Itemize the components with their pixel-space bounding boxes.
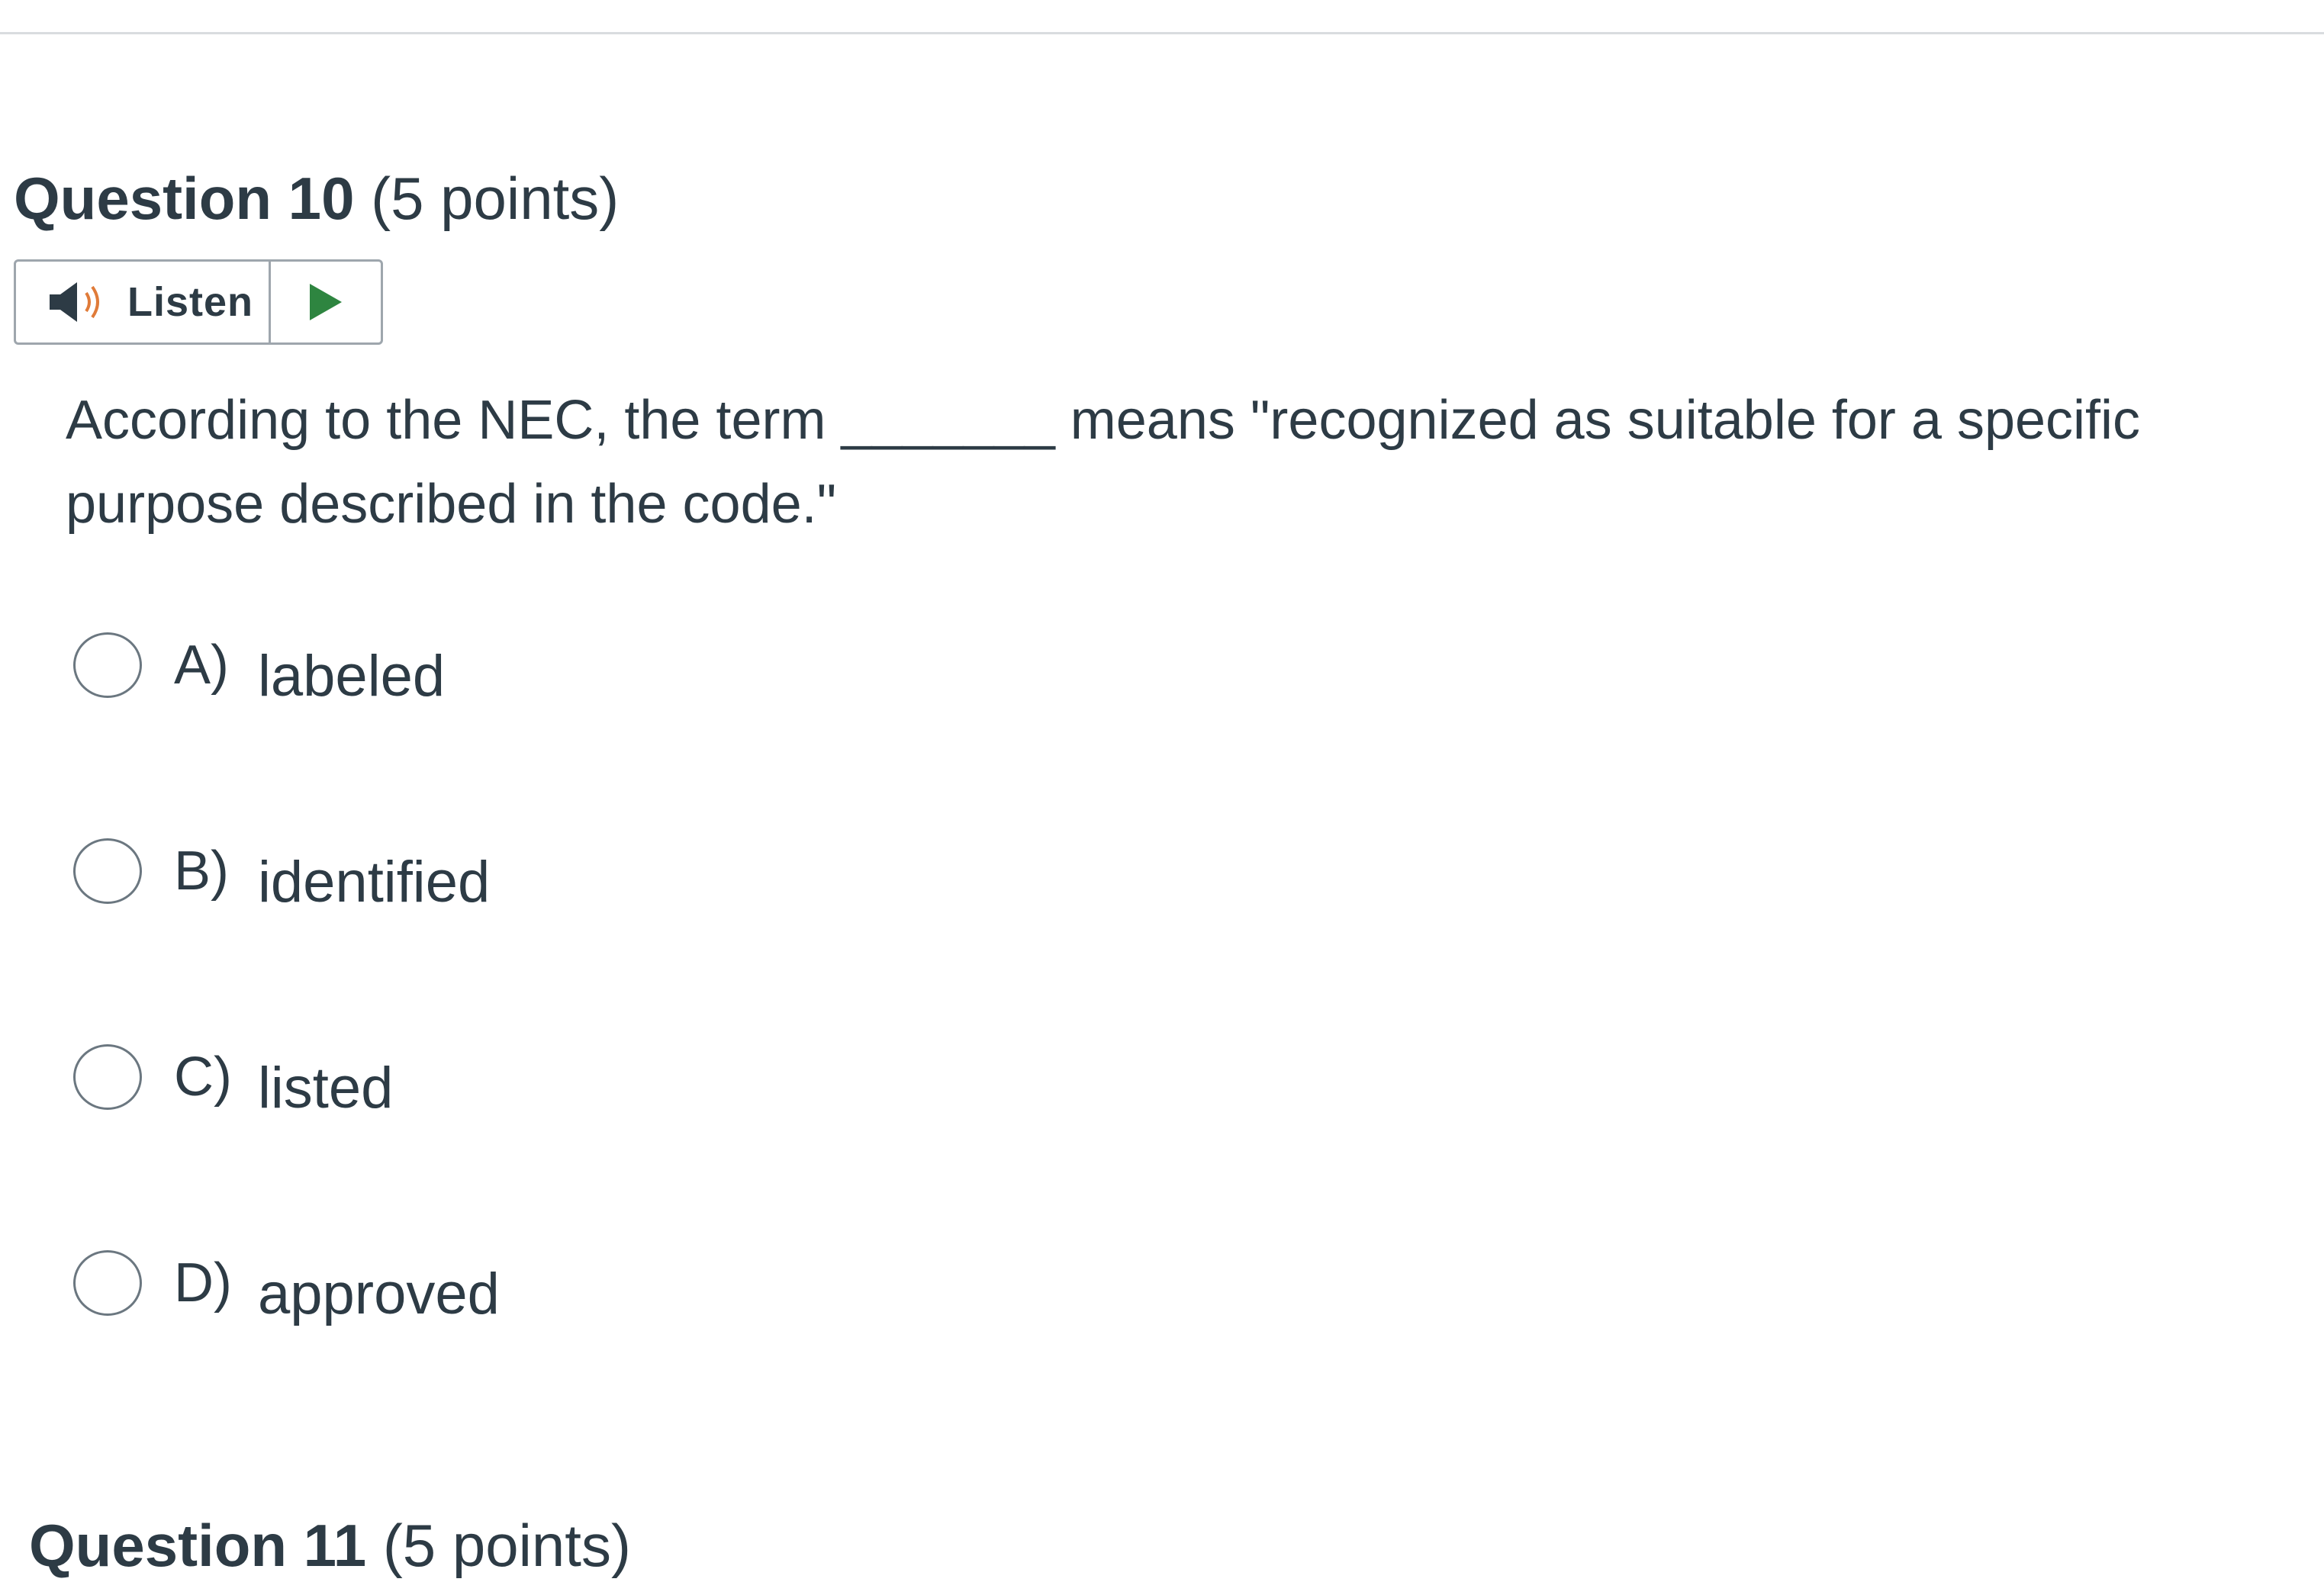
answer-text-d: approved bbox=[258, 1261, 500, 1326]
prompt-text-before-blank: According to the NEC, the term bbox=[66, 390, 842, 451]
answer-text-b: identified bbox=[258, 849, 491, 915]
listen-widget: Listen bbox=[14, 259, 383, 345]
listen-label: Listen bbox=[127, 279, 254, 325]
next-question-title: Question 11 bbox=[29, 1512, 367, 1579]
speaker-icon bbox=[50, 282, 99, 322]
question-title: Question 10 bbox=[14, 165, 355, 232]
answer-letter-d: D) bbox=[174, 1252, 232, 1314]
radio-button-c[interactable] bbox=[73, 1044, 142, 1110]
radio-button-a[interactable] bbox=[73, 632, 142, 698]
radio-button-d[interactable] bbox=[73, 1250, 142, 1316]
answer-option-b[interactable]: B) identified bbox=[73, 833, 490, 915]
answer-blank: _______ bbox=[841, 390, 1055, 451]
play-icon bbox=[310, 284, 342, 320]
question-header: Question 10 (5 points) bbox=[14, 162, 619, 235]
question-points: (5 points) bbox=[371, 165, 620, 232]
answer-letter-c: C) bbox=[174, 1047, 232, 1108]
listen-button[interactable]: Listen bbox=[16, 262, 271, 342]
answer-letter-a: A) bbox=[174, 635, 229, 696]
answer-text-c: listed bbox=[258, 1055, 394, 1121]
answer-option-c[interactable]: C) listed bbox=[73, 1039, 393, 1121]
radio-button-b[interactable] bbox=[73, 838, 142, 904]
answer-option-d[interactable]: D) approved bbox=[73, 1245, 500, 1326]
question-prompt: According to the NEC, the term _______ m… bbox=[66, 378, 2278, 546]
play-button[interactable] bbox=[271, 262, 381, 342]
answer-letter-b: B) bbox=[174, 841, 229, 902]
answer-text-a: labeled bbox=[258, 643, 446, 709]
next-question-header: Question 11 (5 points) bbox=[29, 1509, 631, 1582]
answer-option-a[interactable]: A) labeled bbox=[73, 627, 445, 709]
next-question-points: (5 points) bbox=[382, 1512, 631, 1579]
top-divider bbox=[0, 32, 2324, 34]
